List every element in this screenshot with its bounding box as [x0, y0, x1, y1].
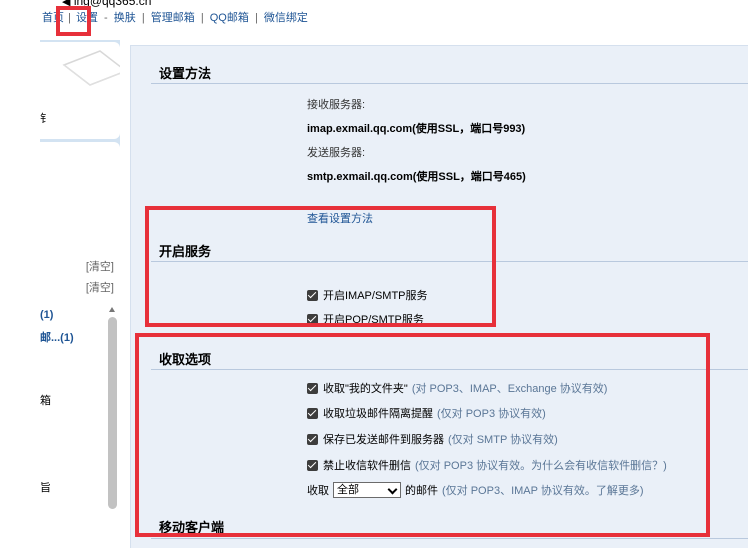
sidebar-scrollbar[interactable] — [108, 307, 117, 527]
top-bar: ◀ ing@qq365.cn 首页 | 设置 - 换肤 | 管理邮箱 | QQ邮… — [0, 0, 748, 40]
nav-manage-mailbox-link[interactable]: 管理邮箱 — [151, 12, 195, 24]
receive-server-value: imap.exmail.qq.com(使用SSL，端口号993) — [307, 123, 526, 135]
annotation-box-services — [145, 206, 496, 327]
nav-skin-link[interactable]: 换肤 — [114, 12, 136, 24]
sidebar-folder-label[interactable]: 旨 — [40, 479, 51, 495]
scroll-thumb[interactable] — [108, 317, 117, 509]
sidebar-folder-label[interactable]: 箱 — [40, 392, 51, 408]
receive-server-label: 接收服务器: — [307, 99, 366, 111]
clear-button[interactable]: [清空] — [86, 258, 114, 274]
folder-unread-count[interactable]: 邮...(1) — [40, 329, 74, 345]
section-title-setup: 设置方法 — [159, 66, 212, 81]
divider — [151, 538, 748, 539]
sidebar-clipped-label: 钅 — [40, 113, 51, 125]
clear-button[interactable]: [清空] — [86, 279, 114, 295]
nav-wechat-bind-link[interactable]: 微信绑定 — [264, 12, 308, 24]
annotation-box-settings — [56, 6, 91, 36]
sidebar-compose-panel[interactable]: 钅 — [40, 42, 120, 139]
scroll-up-arrow-icon[interactable] — [109, 307, 115, 312]
folder-unread-count[interactable]: (1) — [40, 309, 53, 321]
annotation-box-receive-options — [135, 333, 710, 537]
envelope-icon — [62, 50, 120, 86]
send-server-value: smtp.exmail.qq.com(使用SSL，端口号465) — [307, 171, 526, 183]
nav-qqmail-link[interactable]: QQ邮箱 — [210, 12, 249, 24]
divider — [151, 83, 748, 84]
send-server-label: 发送服务器: — [307, 147, 366, 159]
